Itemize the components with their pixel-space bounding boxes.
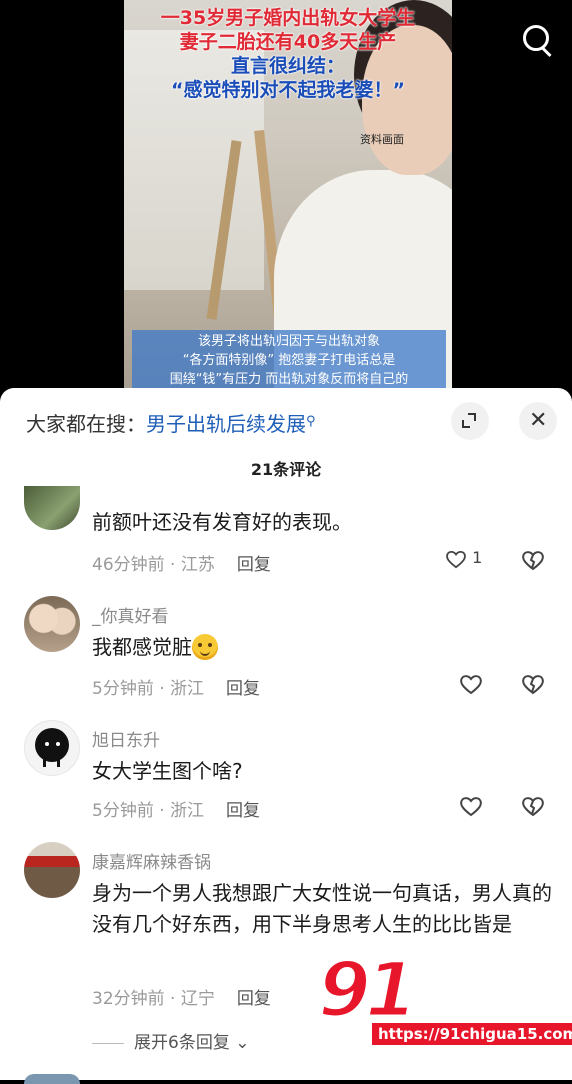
broken-heart-icon [522,675,544,695]
dislike-button[interactable] [521,673,545,695]
broken-heart-icon [522,551,544,571]
broken-heart-icon [522,797,544,817]
comment-count: 21条评论 [250,460,322,479]
watermark: 91 吃瓜中心 https://91chigua15.com [317,944,572,1047]
avatar[interactable] [24,842,80,898]
comment-text: 前额叶还没有发育好的表现。 [92,510,352,534]
search-prefix: 大家都在搜： [26,412,146,436]
comment-username[interactable]: _你真好看 [92,602,169,627]
smile-emoji-icon [192,633,218,660]
expand-replies-button[interactable]: 展开6条回复 ⌄ [92,1028,249,1053]
heart-icon [459,673,482,694]
close-icon: ✕ [529,408,548,433]
reply-button[interactable]: 回复 [237,989,271,1009]
like-button[interactable]: 1 [445,548,482,569]
comment-username[interactable]: 旭日东升 [92,726,160,751]
watermark-name: 吃瓜中心 [415,971,565,1016]
avatar[interactable] [24,720,80,776]
comment-text: 女大学生图个啥? [92,759,243,783]
like-count: 1 [472,548,483,567]
divider [92,1042,124,1044]
comment-username[interactable]: 康嘉辉麻辣香锅 [92,848,211,873]
chevron-down-icon: ⌄ [235,1033,250,1053]
comment-meta: 5分钟前 · 浙江 回复 [92,801,261,821]
comment-meta: 46分钟前 · 江苏 回复 [92,555,271,575]
expand-button[interactable] [451,402,489,440]
avatar[interactable] [24,486,80,530]
source-tag: 资料画面 [360,133,404,146]
expand-icon [462,413,476,428]
trending-search[interactable]: 大家都在搜：男子出轨后续发展⚲ [26,408,316,437]
watermark-url: https://91chigua15.com [370,1021,572,1047]
close-button[interactable]: ✕ [519,402,557,440]
search-small-icon: ⚲ [306,414,316,429]
dislike-button[interactable] [521,795,545,817]
heart-icon [445,549,467,569]
search-term-link[interactable]: 男子出轨后续发展 [146,412,306,436]
dislike-button[interactable] [521,549,545,571]
comment-text: 我都感觉脏 [92,632,554,663]
like-button[interactable] [459,672,482,694]
video-headline: 一35岁男子婚内出轨女大学生 妻子二胎还有40多天生产 直言很纠结： “感觉特别… [160,7,416,101]
avatar[interactable] [24,596,80,652]
video-area[interactable]: 一35岁男子婚内出轨女大学生 妻子二胎还有40多天生产 直言很纠结： “感觉特别… [0,0,572,400]
avatar [24,1074,80,1084]
comment-text: 身为一个男人我想跟广大女性说一句真话，男人真的没有几个好东西，用下半身思考人生的… [92,881,552,936]
search-icon[interactable] [520,22,556,58]
reply-button[interactable]: 回复 [226,679,260,699]
reply-button[interactable]: 回复 [237,555,271,575]
comment-meta: 32分钟前 · 辽宁 回复 [92,989,271,1009]
reply-button[interactable]: 回复 [226,801,260,821]
heart-icon [459,795,482,816]
like-button[interactable] [459,794,482,816]
comment-meta: 5分钟前 · 浙江 回复 [92,679,261,699]
